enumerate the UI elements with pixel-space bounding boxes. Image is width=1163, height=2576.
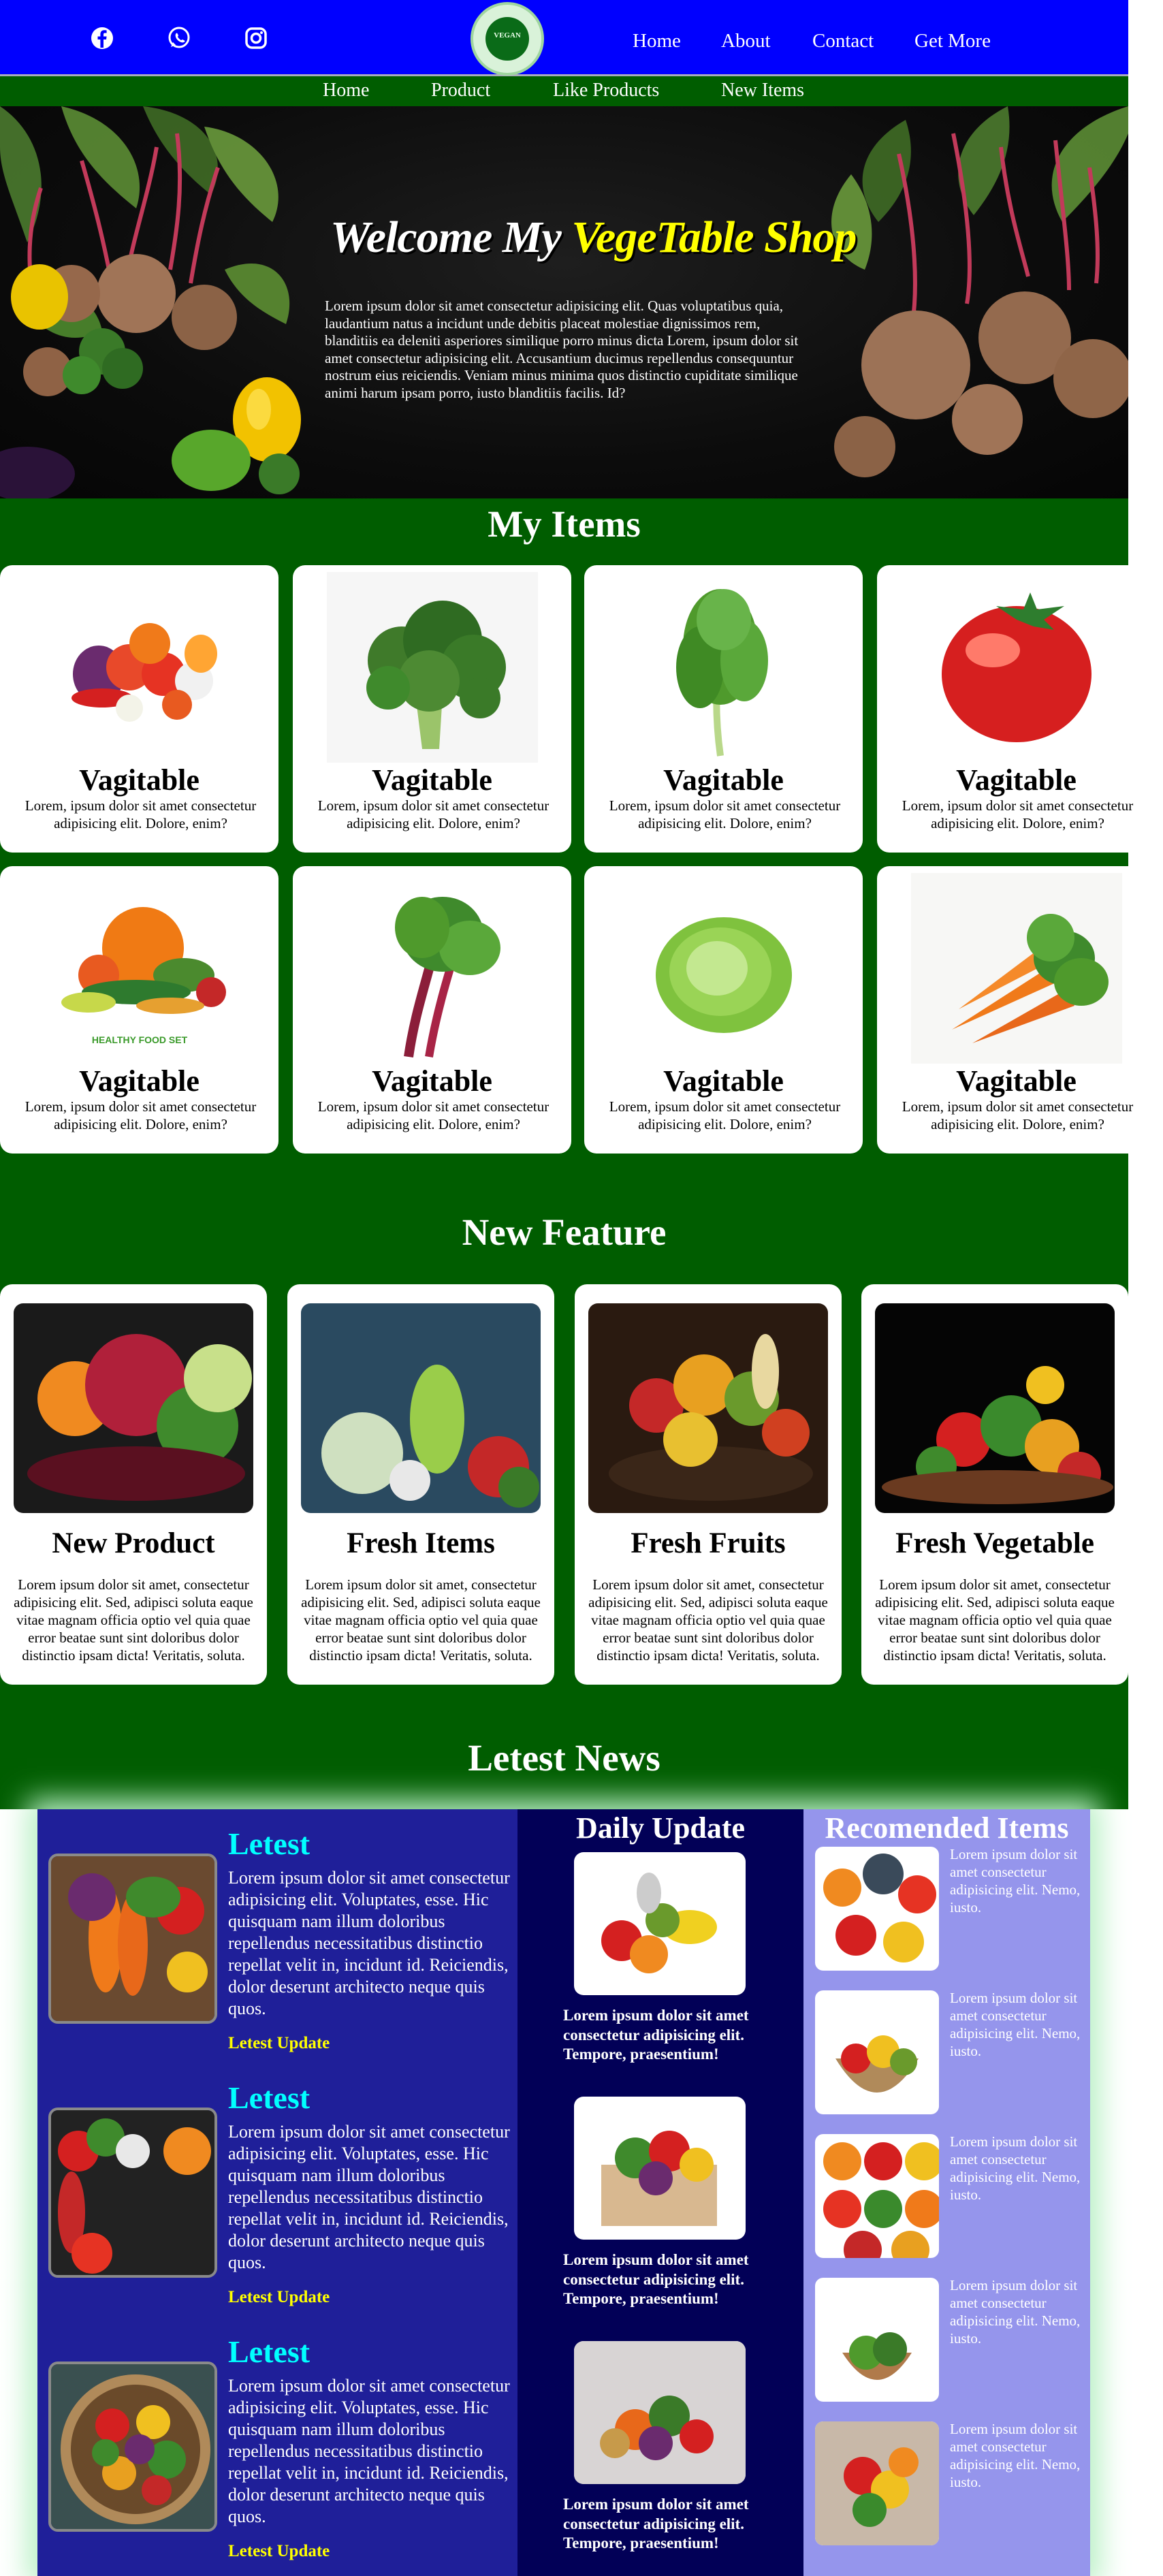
item-description: Lorem, ipsum dolor sit amet consectetur … [609, 1098, 841, 1132]
nav-get-more-link[interactable]: Get More [914, 30, 991, 52]
broccoli-image [327, 572, 538, 763]
item-name: Vagitable [372, 1064, 492, 1098]
item-name: Vagitable [956, 1064, 1077, 1098]
recommended-item-image [815, 2278, 939, 2402]
latest-news-text: Lorem ipsum dolor sit amet consectetur a… [228, 1868, 510, 2018]
item-name: Vagitable [79, 1064, 200, 1098]
latest-news-title: Letest News [468, 1737, 660, 1779]
feature-card[interactable]: Fresh Items Lorem ipsum dolor sit amet, c… [287, 1284, 554, 1685]
hero-title: Welcome My VegeTable Shop [330, 212, 857, 264]
item-name: Vagitable [663, 1064, 784, 1098]
item-name: Vagitable [663, 763, 784, 797]
latest-update-link[interactable]: Letest Update [228, 2288, 330, 2307]
item-name: Vagitable [79, 763, 200, 797]
feature-description: Lorem ipsum dolor sit amet, consectetur … [301, 1576, 541, 1664]
feature-name: Fresh Vegetable [895, 1527, 1094, 1559]
item-description: Lorem, ipsum dolor sit amet consectetur … [902, 797, 1134, 831]
recommended-item-text: Lorem ipsum dolor sit amet consectetur a… [950, 1990, 1081, 2059]
item-name: Vagitable [956, 763, 1077, 797]
latest-news-title: Letest [228, 2334, 310, 2369]
feature-image [14, 1303, 253, 1513]
feature-name: New Product [52, 1527, 215, 1559]
daily-update-title: Daily Update [575, 1811, 746, 1845]
facebook-icon[interactable] [89, 25, 116, 52]
chard-image [327, 873, 538, 1064]
feature-card[interactable]: Fresh Fruits Lorem ipsum dolor sit amet, … [575, 1284, 842, 1685]
item-card[interactable]: Vagitable Lorem, ipsum dolor sit amet con… [293, 866, 571, 1154]
subnav-new-items-link[interactable]: New Items [721, 80, 804, 101]
item-description: Lorem, ipsum dolor sit amet consectetur … [317, 1098, 549, 1132]
recommended-item-image [815, 1990, 939, 2114]
latest-news-title: Letest [228, 1826, 310, 1861]
subnav-product-link[interactable]: Product [431, 80, 490, 101]
new-feature-title: New Feature [462, 1211, 667, 1253]
recommended-item-text: Lorem ipsum dolor sit amet consectetur a… [950, 1846, 1081, 1915]
latest-news-image [48, 2108, 217, 2278]
healthy-food-set-image: HEALTHY FOOD SET [34, 873, 245, 1064]
recommended-item-text: Lorem ipsum dolor sit amet consectetur a… [950, 2133, 1081, 2203]
latest-news-text: Lorem ipsum dolor sit amet consectetur a… [228, 2122, 510, 2272]
carrots-image [911, 873, 1122, 1064]
item-description: Lorem, ipsum dolor sit amet consectetur … [25, 797, 257, 831]
daily-update-text: Lorem ipsum dolor sit amet consectetur a… [563, 2496, 749, 2551]
feature-description: Lorem ipsum dolor sit amet, consectetur … [875, 1576, 1115, 1664]
latest-update-link[interactable]: Letest Update [228, 2542, 330, 2561]
daily-update-text: Lorem ipsum dolor sit amet consectetur a… [563, 2251, 749, 2307]
latest-update-link[interactable]: Letest Update [228, 2034, 330, 2053]
feature-image [301, 1303, 541, 1513]
item-card[interactable]: Vagitable Lorem, ipsum dolor sit amet con… [877, 565, 1156, 853]
recommended-item-image [815, 1847, 939, 1971]
recommended-item-image [815, 2421, 939, 2545]
nav-home-link[interactable]: Home [633, 30, 681, 52]
daily-update-image [574, 2097, 746, 2240]
feature-name: Fresh Fruits [631, 1527, 786, 1559]
recommended-item-image [815, 2134, 939, 2258]
hero-title-highlight: VegeTable Shop [571, 212, 857, 262]
item-description: Lorem, ipsum dolor sit amet consectetur … [25, 1098, 257, 1132]
tomato-image [911, 572, 1122, 763]
item-card[interactable]: HEALTHY FOOD SET Vagitable Lorem, ipsum do… [0, 866, 278, 1154]
recommended-items-title: Recomended Items [825, 1811, 1069, 1845]
leafy-greens-image [618, 572, 829, 763]
item-card[interactable]: Vagitable Lorem, ipsum dolor sit amet con… [293, 565, 571, 853]
latest-news-image [48, 2362, 217, 2532]
daily-update-image [574, 2341, 746, 2484]
item-description: Lorem, ipsum dolor sit amet consectetur … [317, 797, 549, 831]
item-description: Lorem, ipsum dolor sit amet consectetur … [902, 1098, 1134, 1132]
cabbage-image [618, 873, 829, 1064]
feature-description: Lorem ipsum dolor sit amet, consectetur … [14, 1576, 253, 1664]
feature-description: Lorem ipsum dolor sit amet, consectetur … [588, 1576, 828, 1664]
feature-image [588, 1303, 828, 1513]
instagram-icon[interactable] [242, 25, 270, 52]
item-card[interactable]: Vagitable Lorem, ipsum dolor sit amet con… [584, 866, 863, 1154]
site-logo[interactable]: VEGAN [471, 2, 544, 76]
feature-name: Fresh Items [347, 1527, 495, 1559]
mixed-vegetables-image [34, 572, 245, 763]
feature-card[interactable]: New Product Lorem ipsum dolor sit amet, c… [0, 1284, 267, 1685]
daily-update-text: Lorem ipsum dolor sit amet consectetur a… [563, 2007, 749, 2063]
svg-text:HEALTHY FOOD SET: HEALTHY FOOD SET [92, 1034, 188, 1045]
recommended-item-text: Lorem ipsum dolor sit amet consectetur a… [950, 2277, 1081, 2347]
logo-text: VEGAN [485, 17, 529, 61]
subnav-like-products-link[interactable]: Like Products [553, 80, 659, 101]
item-card[interactable]: Vagitable Lorem, ipsum dolor sit amet con… [584, 565, 863, 853]
nav-about-link[interactable]: About [721, 30, 771, 52]
item-name: Vagitable [372, 763, 492, 797]
whatsapp-icon[interactable] [165, 25, 193, 52]
feature-card[interactable]: Fresh Vegetable Lorem ipsum dolor sit ame… [861, 1284, 1128, 1685]
item-description: Lorem, ipsum dolor sit amet consectetur … [609, 797, 841, 831]
feature-image [875, 1303, 1115, 1513]
subnav-home-link[interactable]: Home [323, 80, 369, 101]
my-items-title: My Items [488, 503, 641, 545]
recommended-item-text: Lorem ipsum dolor sit amet consectetur a… [950, 2421, 1081, 2490]
latest-news-title: Letest [228, 2080, 310, 2115]
hero-title-white: Welcome My [330, 212, 572, 262]
hero-description: Lorem ipsum dolor sit amet consectetur a… [325, 298, 799, 401]
item-card[interactable]: Vagitable Lorem, ipsum dolor sit amet con… [0, 565, 278, 853]
item-card[interactable]: Vagitable Lorem, ipsum dolor sit amet con… [877, 866, 1156, 1154]
nav-contact-link[interactable]: Contact [812, 30, 874, 52]
latest-news-text: Lorem ipsum dolor sit amet consectetur a… [228, 2376, 510, 2526]
latest-news-image [48, 1854, 217, 2024]
daily-update-image [574, 1852, 746, 1995]
